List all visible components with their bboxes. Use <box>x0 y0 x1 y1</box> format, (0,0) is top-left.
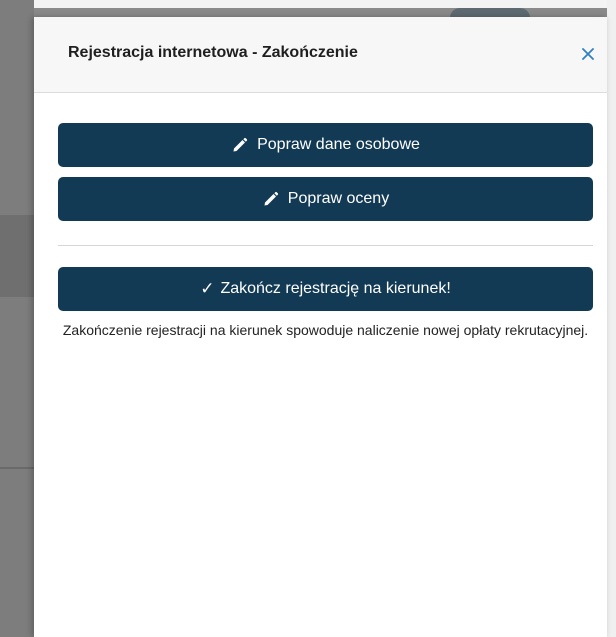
close-button[interactable] <box>575 41 601 67</box>
pencil-icon <box>231 136 249 154</box>
edit-personal-data-button[interactable]: Popraw dane osobowe <box>58 123 593 167</box>
modal-header: Rejestracja internetowa - Zakończenie <box>34 17 607 93</box>
pencil-icon <box>262 190 280 208</box>
close-icon <box>582 48 594 60</box>
section-divider <box>58 245 593 246</box>
background-divider <box>0 467 34 469</box>
background-band <box>0 215 34 297</box>
page-top-strip <box>0 0 616 8</box>
registration-modal: Rejestracja internetowa - Zakończenie Po… <box>34 17 607 637</box>
checkmark-icon: ✓ <box>200 279 215 299</box>
finish-registration-label: Zakończ rejestrację na kierunek! <box>220 280 451 297</box>
edit-grades-button[interactable]: Popraw oceny <box>58 177 593 221</box>
overlay-backdrop[interactable] <box>0 0 34 637</box>
page-right-strip <box>607 0 616 637</box>
registration-fee-note: Zakończenie rejestracji na kierunek spow… <box>62 322 589 338</box>
edit-grades-label: Popraw oceny <box>287 190 390 207</box>
finish-registration-button[interactable]: ✓ Zakończ rejestrację na kierunek! <box>58 267 593 311</box>
modal-title: Rejestracja internetowa - Zakończenie <box>68 44 358 61</box>
edit-personal-data-label: Popraw dane osobowe <box>257 136 420 153</box>
